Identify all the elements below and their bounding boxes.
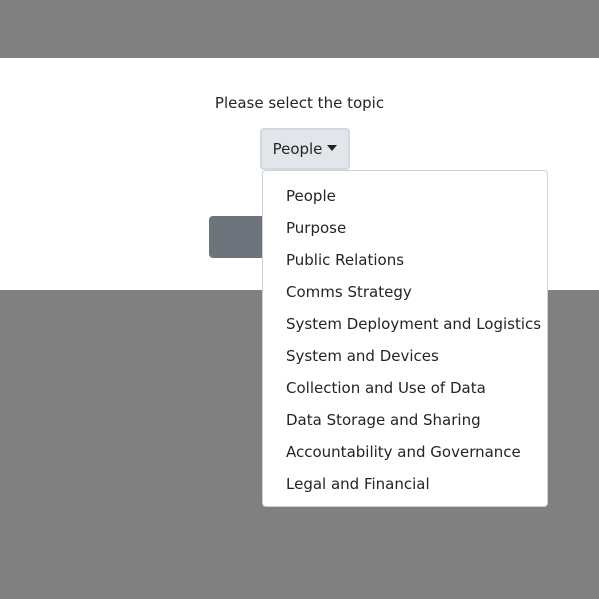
topic-dropdown-selected: People bbox=[272, 140, 323, 158]
topic-option-legal-and-financial[interactable]: Legal and Financial bbox=[263, 468, 547, 500]
submit-button[interactable] bbox=[209, 216, 269, 258]
topic-option-system-and-devices[interactable]: System and Devices bbox=[263, 340, 547, 372]
topic-option-public-relations[interactable]: Public Relations bbox=[263, 244, 547, 276]
topic-dropdown-toggle[interactable]: People bbox=[260, 128, 350, 170]
topic-option-comms-strategy[interactable]: Comms Strategy bbox=[263, 276, 547, 308]
topic-dropdown-menu: People Purpose Public Relations Comms St… bbox=[262, 170, 548, 507]
topic-prompt: Please select the topic bbox=[214, 94, 385, 112]
topic-option-collection-and-use-of-data[interactable]: Collection and Use of Data bbox=[263, 372, 547, 404]
caret-down-icon bbox=[327, 145, 338, 151]
modal-backdrop: Please select the topic People People Pu… bbox=[0, 0, 599, 599]
topic-option-data-storage-and-sharing[interactable]: Data Storage and Sharing bbox=[263, 404, 547, 436]
topic-option-system-deployment-and-logistics[interactable]: System Deployment and Logistics bbox=[263, 308, 547, 340]
topic-option-purpose[interactable]: Purpose bbox=[263, 212, 547, 244]
topic-option-people[interactable]: People bbox=[263, 180, 547, 212]
topic-option-accountability-and-governance[interactable]: Accountability and Governance bbox=[263, 436, 547, 468]
